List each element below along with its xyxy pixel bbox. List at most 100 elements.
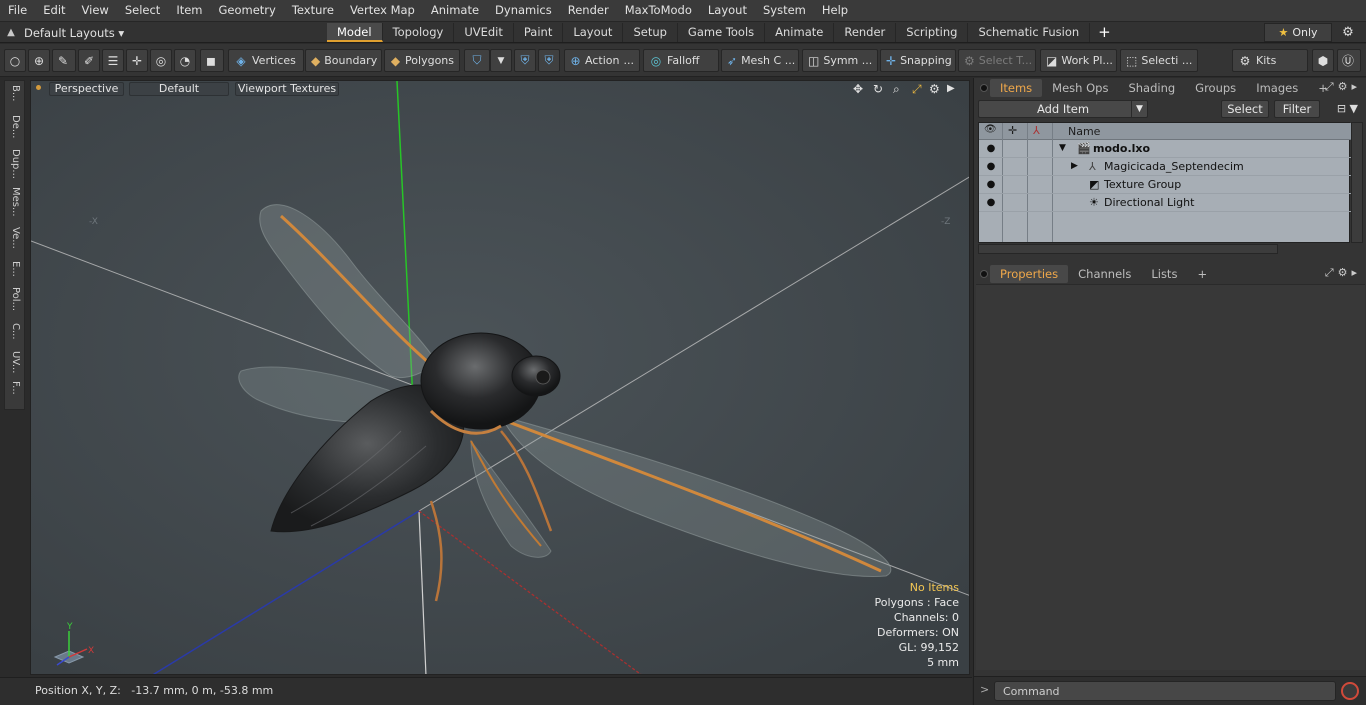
gear-icon[interactable]: ⚙ — [1338, 23, 1358, 42]
menu-layout[interactable]: Layout — [700, 0, 755, 21]
kits-button[interactable]: ⚙ Kits — [1232, 49, 1308, 72]
polygons-button[interactable]: ◆ Polygons — [384, 49, 460, 72]
viewport-scene[interactable]: -X -Z — [31, 81, 970, 675]
vertices-button[interactable]: ◈ Vertices — [228, 49, 304, 72]
vtab-duplicate[interactable]: Dup... — [7, 149, 23, 183]
menu-animate[interactable]: Animate — [423, 0, 487, 21]
symmetry-button[interactable]: ◫ Symm ... — [802, 49, 878, 72]
action-center-button[interactable]: ⊕ Action... — [564, 49, 640, 72]
viewport-textures-button[interactable]: Viewport Textures — [235, 82, 339, 96]
list-item[interactable]: ● ☀ Directional Light — [979, 194, 1351, 212]
tab-setup[interactable]: Setup — [623, 23, 678, 42]
align-button[interactable]: ☰ — [102, 49, 124, 72]
tab-lists[interactable]: Lists — [1141, 265, 1187, 283]
collapse-triangle-icon[interactable]: ▼ — [1059, 140, 1066, 157]
pen-button[interactable]: ✎ — [52, 49, 76, 72]
menu-edit[interactable]: Edit — [35, 0, 73, 21]
selection-sets-button[interactable]: ⬚ Selecti ... — [1120, 49, 1198, 72]
menu-system[interactable]: System — [755, 0, 814, 21]
menu-render[interactable]: Render — [560, 0, 617, 21]
tab-render[interactable]: Render — [834, 23, 897, 42]
menu-file[interactable]: File — [0, 0, 35, 21]
menu-maxtomodo[interactable]: MaxToModo — [617, 0, 700, 21]
material-mode-button[interactable]: ⛉ — [464, 49, 490, 72]
3d-viewport[interactable]: -X -Z Perspective Default Viewport Textu… — [30, 80, 970, 675]
only-toggle-button[interactable]: ★ Only — [1264, 23, 1332, 42]
tab-channels[interactable]: Channels — [1068, 265, 1141, 283]
work-plane-button[interactable]: ◪ Work Pl... — [1040, 49, 1117, 72]
tab-schematic-fusion[interactable]: Schematic Fusion — [968, 23, 1091, 42]
perspective-view-button[interactable]: Perspective — [49, 82, 124, 96]
menu-dynamics[interactable]: Dynamics — [487, 0, 560, 21]
tab-mesh-ops[interactable]: Mesh Ops — [1042, 79, 1118, 97]
panel-expand-gear-icon[interactable]: ⤢⚙▸ — [1325, 80, 1361, 94]
tab-groups[interactable]: Groups — [1185, 79, 1246, 97]
center-button[interactable]: ✛ — [126, 49, 148, 72]
globe-button[interactable]: ⊕ — [28, 49, 50, 72]
move-view-icon[interactable]: ✥ — [853, 81, 863, 97]
vtab-edge[interactable]: E... — [7, 261, 23, 283]
frame-button[interactable]: ◎ — [150, 49, 172, 72]
item-mode-button[interactable]: ◼ — [200, 49, 224, 72]
name-column-header[interactable]: Name — [1068, 125, 1100, 138]
vtab-curve[interactable]: C... — [7, 323, 23, 347]
panel-expand-gear-icon[interactable]: ⤢⚙▸ — [1325, 266, 1361, 280]
tab-scripting[interactable]: Scripting — [896, 23, 969, 42]
expand-triangle-icon[interactable]: ▶ — [1071, 158, 1078, 175]
mesh-constraint-button[interactable]: ➶ Mesh C ... — [721, 49, 799, 72]
menu-item[interactable]: Item — [168, 0, 210, 21]
eye-icon[interactable]: ● — [984, 158, 998, 175]
vtab-fusion[interactable]: F... — [7, 381, 23, 407]
collapse-up-icon[interactable]: ▲ — [4, 27, 18, 38]
unity-button[interactable]: ⬢ — [1312, 49, 1334, 72]
menu-select[interactable]: Select — [117, 0, 168, 21]
default-shading-button[interactable]: Default — [129, 82, 229, 96]
tab-images[interactable]: Images — [1246, 79, 1308, 97]
add-tab-button[interactable]: + — [1090, 23, 1119, 42]
snapping-button[interactable]: ✛ Snapping — [880, 49, 956, 72]
vtab-uv[interactable]: UV... — [7, 351, 23, 379]
default-layouts-dropdown[interactable]: ▲ Default Layouts ▾ — [4, 22, 124, 43]
menu-vertex-map[interactable]: Vertex Map — [342, 0, 423, 21]
tab-animate[interactable]: Animate — [765, 23, 835, 42]
symmetry-toggle-button[interactable]: ⛨ — [514, 49, 536, 72]
record-macro-button[interactable] — [1341, 682, 1359, 700]
menu-help[interactable]: Help — [814, 0, 856, 21]
tab-model[interactable]: Model — [327, 23, 383, 42]
material-dropdown-button[interactable]: ▼ — [490, 49, 512, 72]
tab-uvedit[interactable]: UVEdit — [454, 23, 514, 42]
add-item-dropdown[interactable]: Add Item ▼ — [978, 100, 1148, 118]
eye-icon[interactable]: ● — [984, 140, 998, 157]
items-horizontal-scrollbar[interactable] — [978, 244, 1278, 254]
timer-button[interactable]: ◔ — [174, 49, 196, 72]
list-item[interactable]: ● ▼ 🎬 modo.lxo — [979, 140, 1351, 158]
menu-view[interactable]: View — [74, 0, 117, 21]
circle-select-button[interactable]: ○ — [4, 49, 26, 72]
vtab-basic[interactable]: B... — [7, 85, 23, 111]
vtab-mesh-edit[interactable]: Mes... — [7, 187, 23, 223]
tab-layout[interactable]: Layout — [563, 23, 624, 42]
vtab-vertex[interactable]: Ve... — [7, 227, 23, 257]
brush-button[interactable]: ✐ — [78, 49, 100, 72]
action-center-toggle-button[interactable]: ⛨ — [538, 49, 560, 72]
tab-game-tools[interactable]: Game Tools — [678, 23, 766, 42]
falloff-button[interactable]: ◎ Falloff — [643, 49, 719, 72]
boundary-button[interactable]: ◆ Boundary — [305, 49, 382, 72]
items-vertical-scrollbar[interactable] — [1351, 122, 1363, 243]
add-panel-tab-button[interactable]: + — [1187, 265, 1217, 283]
maximize-view-icon[interactable]: ⤢ — [912, 81, 922, 97]
tab-shading[interactable]: Shading — [1118, 79, 1185, 97]
eye-icon[interactable]: ● — [984, 176, 998, 193]
eye-icon[interactable]: ● — [984, 194, 998, 211]
viewport-gear-icon[interactable]: ⚙ — [929, 81, 940, 97]
filter-button[interactable]: Filter — [1274, 100, 1320, 118]
tab-topology[interactable]: Topology — [383, 23, 455, 42]
vtab-deform[interactable]: De... — [7, 115, 23, 145]
tab-properties[interactable]: Properties — [990, 265, 1069, 283]
viewport-menu-arrow-icon[interactable]: ▶ — [947, 81, 955, 97]
filter-funnel-icon[interactable]: ⊟ ▼ — [1324, 100, 1360, 118]
select-through-button[interactable]: ⚙ Select T... — [958, 49, 1036, 72]
vtab-polygon[interactable]: Pol... — [7, 287, 23, 319]
select-button[interactable]: Select — [1221, 100, 1269, 118]
zoom-view-icon[interactable]: ⌕ — [893, 81, 900, 97]
